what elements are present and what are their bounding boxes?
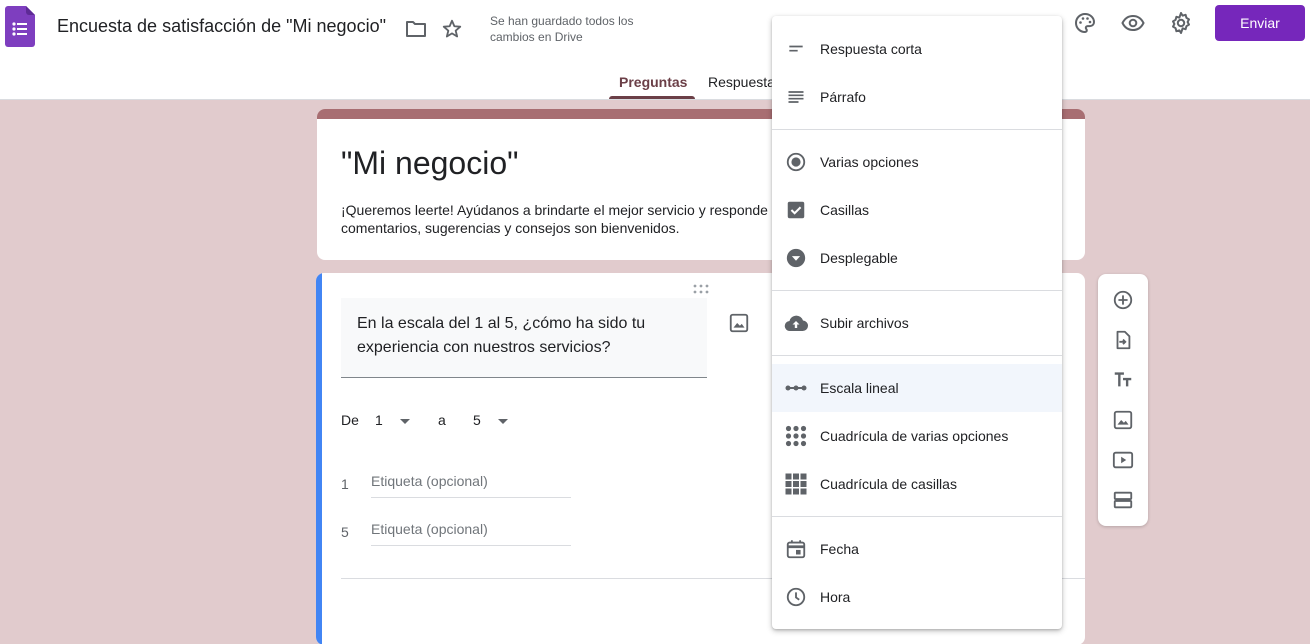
forms-logo-icon[interactable] bbox=[5, 6, 35, 47]
tab-preguntas[interactable]: Preguntas bbox=[619, 74, 687, 90]
menu-item-multiple-choice[interactable]: Varias opciones bbox=[772, 138, 1062, 186]
add-image-icon[interactable] bbox=[728, 312, 750, 334]
menu-divider bbox=[772, 290, 1062, 291]
star-icon[interactable] bbox=[440, 17, 464, 41]
form-title[interactable]: "Mi negocio" bbox=[341, 145, 518, 182]
add-image-icon[interactable] bbox=[1111, 408, 1135, 432]
menu-item-time[interactable]: Hora bbox=[772, 573, 1062, 621]
scale-low-label-input[interactable]: Etiqueta (opcional) bbox=[371, 470, 571, 498]
menu-item-short-answer[interactable]: Respuesta corta bbox=[772, 25, 1062, 73]
add-title-icon[interactable] bbox=[1111, 368, 1135, 392]
checkbox-icon bbox=[784, 198, 808, 222]
range-to-select[interactable]: 5 bbox=[473, 412, 481, 428]
active-tab-indicator bbox=[609, 96, 695, 99]
menu-item-paragraph[interactable]: Párrafo bbox=[772, 73, 1062, 121]
menu-item-label: Cuadrícula de varias opciones bbox=[820, 428, 1009, 444]
menu-item-linear-scale[interactable]: Escala lineal bbox=[772, 364, 1062, 412]
menu-item-label: Subir archivos bbox=[820, 315, 909, 331]
menu-divider bbox=[772, 355, 1062, 356]
menu-divider bbox=[772, 129, 1062, 130]
chevron-down-icon[interactable] bbox=[400, 419, 410, 424]
menu-item-label: Párrafo bbox=[820, 89, 866, 105]
menu-item-label: Respuesta corta bbox=[820, 41, 922, 57]
document-title[interactable]: Encuesta de satisfacción de "Mi negocio" bbox=[57, 16, 386, 37]
side-toolbar bbox=[1098, 274, 1148, 526]
menu-item-file-upload[interactable]: Subir archivos bbox=[772, 299, 1062, 347]
menu-item-multiple-choice-grid[interactable]: Cuadrícula de varias opciones bbox=[772, 412, 1062, 460]
add-section-icon[interactable] bbox=[1111, 488, 1135, 512]
add-video-icon[interactable] bbox=[1111, 448, 1135, 472]
folder-icon[interactable] bbox=[404, 17, 428, 41]
menu-item-checkboxes[interactable]: Casillas bbox=[772, 186, 1062, 234]
save-status-line2: cambios en Drive bbox=[490, 30, 583, 44]
add-question-icon[interactable] bbox=[1111, 288, 1135, 312]
tab-respuestas[interactable]: Respuesta bbox=[708, 74, 775, 90]
scale-high-number: 5 bbox=[341, 524, 349, 540]
menu-item-label: Casillas bbox=[820, 202, 870, 218]
drag-handle-icon[interactable] bbox=[692, 281, 710, 294]
menu-divider bbox=[772, 516, 1062, 517]
menu-item-label: Fecha bbox=[820, 541, 859, 557]
chevron-down-icon[interactable] bbox=[498, 419, 508, 424]
form-description[interactable]: ¡Queremos leerte! Ayúdanos a brindarte e… bbox=[341, 201, 771, 237]
scale-low-number: 1 bbox=[341, 476, 349, 492]
eye-icon[interactable] bbox=[1121, 11, 1145, 35]
gear-icon[interactable] bbox=[1169, 11, 1193, 35]
scale-high-label-input[interactable]: Etiqueta (opcional) bbox=[371, 518, 571, 546]
send-button[interactable]: Enviar bbox=[1215, 5, 1305, 41]
dropdown-icon bbox=[784, 246, 808, 270]
menu-item-label: Escala lineal bbox=[820, 380, 899, 396]
paragraph-icon bbox=[784, 85, 808, 109]
active-question-bar bbox=[316, 273, 322, 644]
range-to-label: a bbox=[438, 412, 446, 428]
save-status-line1: Se han guardado todos los bbox=[490, 14, 634, 28]
app-header: Encuesta de satisfacción de "Mi negocio"… bbox=[0, 0, 1310, 100]
radio-grid-icon bbox=[784, 424, 808, 448]
menu-item-label: Cuadrícula de casillas bbox=[820, 476, 957, 492]
menu-item-label: Hora bbox=[820, 589, 851, 605]
range-from-label: De bbox=[341, 412, 359, 428]
menu-item-checkbox-grid[interactable]: Cuadrícula de casillas bbox=[772, 460, 1062, 508]
short-answer-icon bbox=[784, 37, 808, 61]
form-description-line1: ¡Queremos leerte! Ayúdanos a brindarte e… bbox=[341, 202, 768, 218]
cloud-upload-icon bbox=[784, 311, 808, 335]
menu-item-label: Desplegable bbox=[820, 250, 898, 266]
form-description-line2: comentarios, sugerencias y consejos son … bbox=[341, 220, 680, 236]
menu-item-label: Varias opciones bbox=[820, 154, 919, 170]
clock-icon bbox=[784, 585, 808, 609]
question-type-menu: Respuesta corta Párrafo Varias opciones … bbox=[772, 16, 1062, 629]
linear-scale-icon bbox=[784, 376, 808, 400]
radio-icon bbox=[784, 150, 808, 174]
menu-item-date[interactable]: Fecha bbox=[772, 525, 1062, 573]
question-title-input[interactable]: En la escala del 1 al 5, ¿cómo ha sido t… bbox=[341, 298, 707, 378]
menu-item-dropdown[interactable]: Desplegable bbox=[772, 234, 1062, 282]
range-from-select[interactable]: 1 bbox=[375, 412, 383, 428]
palette-icon[interactable] bbox=[1073, 11, 1097, 35]
import-questions-icon[interactable] bbox=[1111, 328, 1135, 352]
calendar-icon bbox=[784, 537, 808, 561]
checkbox-grid-icon bbox=[784, 472, 808, 496]
save-status: Se han guardado todos los cambios en Dri… bbox=[490, 13, 670, 45]
